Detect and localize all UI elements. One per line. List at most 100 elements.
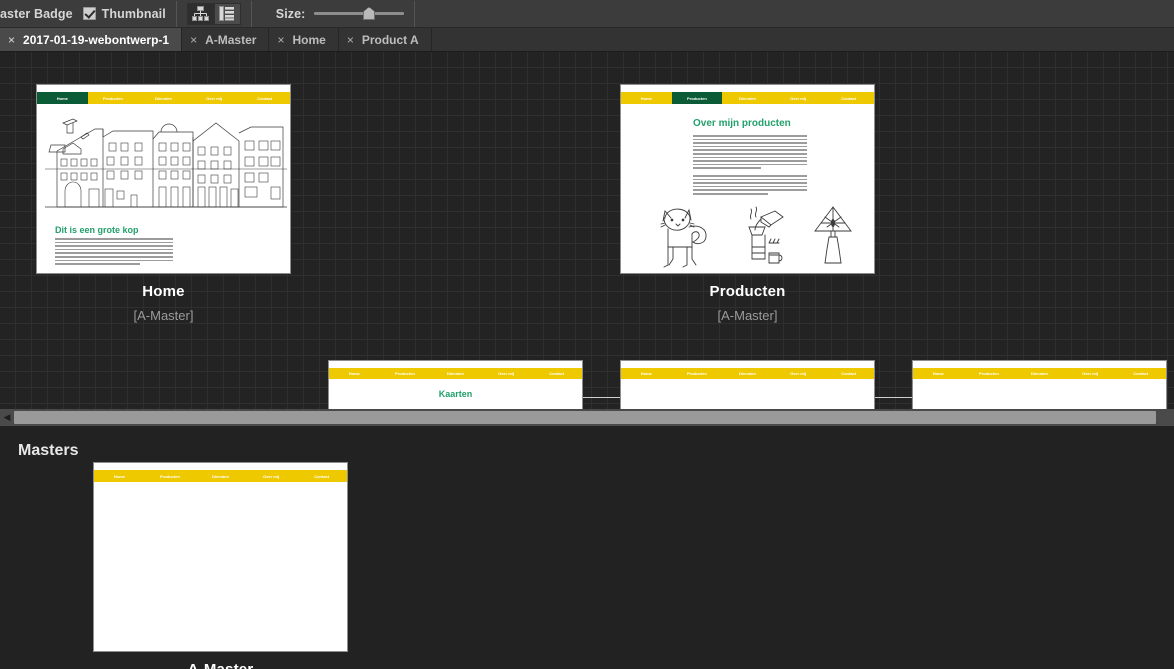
page-title: Producten [709, 283, 786, 300]
table-lamp-line-drawing [809, 203, 857, 269]
nav-item-producten: Producten [395, 371, 415, 376]
page-heading: Kaarten [438, 389, 473, 399]
thumbnail-checkbox[interactable]: Thumbnail [82, 6, 166, 21]
nav-item-contact: Contact [314, 473, 330, 479]
master-title: A-Master [93, 661, 348, 669]
page-heading: Dit is een grote kop [55, 225, 139, 235]
thumbnail-navbar: Home Producten Diensten Over mij Contact [913, 368, 1166, 379]
page-node-producten[interactable]: Home Producten Diensten Over mij Contact… [620, 84, 875, 323]
nav-item-producten: Producten [671, 92, 723, 104]
tab-document-1[interactable]: × A-Master [182, 28, 270, 51]
hierarchy-tree-icon [191, 6, 209, 21]
nav-item-contact: Contact [257, 95, 273, 101]
nav-item-home: Home [932, 371, 944, 376]
tab-label: A-Master [205, 32, 257, 47]
size-label: Size: [275, 6, 306, 21]
masters-panel: Masters Home Producten Diensten Over mij… [0, 426, 1174, 669]
horizontal-scrollbar[interactable]: ◀ [0, 409, 1174, 426]
cat-line-drawing [659, 207, 711, 269]
close-icon[interactable]: × [277, 34, 284, 46]
scrollbar-thumb[interactable] [14, 411, 1156, 424]
page-title: Home [142, 283, 185, 300]
page-node-child-3[interactable]: Home Producten Diensten Over mij Contact [912, 360, 1167, 409]
page-body-paragraph-2 [693, 175, 807, 197]
page-thumbnail-child-2[interactable]: Home Producten Diensten Over mij Contact [620, 360, 875, 409]
page-thumbnail-kaarten[interactable]: Home Producten Diensten Over mij Contact… [328, 360, 583, 409]
nav-item-overmij: Over mij [498, 371, 515, 376]
page-node-kaarten[interactable]: Home Producten Diensten Over mij Contact… [328, 360, 583, 409]
nav-item-contact: Contact [1133, 371, 1149, 376]
size-slider-rail [314, 12, 405, 15]
canal-houses-line-drawing [43, 107, 287, 217]
tab-bar: × 2017-01-19-webontwerp-1 × A-Master × H… [0, 28, 1174, 52]
toolbar-divider-1 [175, 0, 177, 27]
masters-panel-title: Masters [18, 442, 79, 459]
tab-document-3[interactable]: × Product A [339, 28, 432, 51]
nav-item-diensten: Diensten [212, 473, 229, 479]
thumbnail-navbar: Home Producten Diensten Over mij Contact [37, 92, 290, 104]
nav-item-contact: Contact [841, 371, 857, 376]
nav-item-home: Home [348, 371, 360, 376]
tab-document-0[interactable]: × 2017-01-19-webontwerp-1 [0, 28, 183, 51]
toolbar-divider-3 [414, 0, 416, 27]
thumbnail-navbar: Home Producten Diensten Over mij Contact [94, 470, 347, 482]
nav-item-home: Home [37, 92, 88, 104]
nav-item-diensten: Diensten [155, 95, 172, 101]
scroll-left-arrow-icon[interactable]: ◀ [0, 412, 14, 423]
nav-item-contact: Contact [841, 95, 857, 101]
nav-item-producten: Producten [979, 371, 999, 376]
nav-item-home: Home [640, 371, 652, 376]
page-thumbnail-home[interactable]: Home Producten Diensten Over mij Contact [36, 84, 291, 274]
nav-item-home: Home [113, 473, 125, 479]
master-node-a-master[interactable]: Home Producten Diensten Over mij Contact… [93, 462, 348, 669]
nav-item-overmij: Over mij [1082, 371, 1099, 376]
page-node-home[interactable]: Home Producten Diensten Over mij Contact [36, 84, 291, 323]
nav-item-diensten: Diensten [739, 371, 756, 376]
master-badge-label: aster Badge [0, 6, 73, 21]
page-body-paragraph-1 [693, 135, 807, 171]
hierarchy-tree-view-button[interactable] [186, 2, 214, 25]
tab-document-2[interactable]: × Home [269, 28, 339, 51]
master-thumbnail[interactable]: Home Producten Diensten Over mij Contact [93, 462, 348, 652]
thumbnail-checkbox-box[interactable] [82, 7, 96, 20]
size-slider-group[interactable]: Size: [276, 7, 405, 21]
nav-item-overmij: Over mij [206, 95, 223, 101]
nav-item-producten: Producten [103, 95, 123, 101]
page-body-text [55, 238, 173, 267]
outline-list-view-button[interactable] [213, 2, 241, 25]
tab-label: Home [292, 32, 326, 47]
nav-item-diensten: Diensten [1031, 371, 1048, 376]
nav-item-overmij: Over mij [790, 371, 807, 376]
thumbnail-label: Thumbnail [101, 6, 166, 21]
page-master-badge: [A-Master] [717, 308, 778, 323]
nav-item-home: Home [640, 95, 652, 101]
thumbnail-navbar: Home Producten Diensten Over mij Contact [621, 368, 874, 379]
nav-item-producten: Producten [160, 473, 180, 479]
size-slider[interactable] [314, 7, 405, 21]
page-thumbnail-child-3[interactable]: Home Producten Diensten Over mij Contact [912, 360, 1167, 409]
nav-item-contact: Contact [549, 371, 565, 376]
close-icon[interactable]: × [347, 34, 354, 46]
page-master-badge: [A-Master] [133, 308, 194, 323]
tab-label: Product A [361, 32, 419, 47]
tab-label: 2017-01-19-webontwerp-1 [23, 32, 170, 47]
close-icon[interactable]: × [190, 34, 197, 46]
page-heading: Over mijn producten [693, 118, 791, 129]
top-toolbar: aster Badge Thumbnail Size: [0, 0, 1174, 28]
page-thumbnail-producten[interactable]: Home Producten Diensten Over mij Contact… [620, 84, 875, 274]
view-mode-group [186, 2, 241, 25]
nav-item-overmij: Over mij [263, 473, 280, 479]
thumbnail-navbar: Home Producten Diensten Over mij Contact [621, 92, 874, 104]
coffee-pour-over-line-drawing [735, 203, 787, 269]
nav-item-producten: Producten [687, 371, 707, 376]
nav-item-overmij: Over mij [790, 95, 807, 101]
outline-list-icon [219, 6, 235, 21]
size-slider-handle[interactable] [363, 7, 376, 20]
toolbar-divider-2 [250, 0, 252, 27]
nav-item-diensten: Diensten [447, 371, 464, 376]
close-icon[interactable]: × [8, 34, 15, 46]
page-node-child-2[interactable]: Home Producten Diensten Over mij Contact [620, 360, 875, 409]
nav-item-diensten: Diensten [739, 95, 756, 101]
sitemap-canvas[interactable]: Home Producten Diensten Over mij Contact [0, 52, 1174, 409]
thumbnail-navbar: Home Producten Diensten Over mij Contact [329, 368, 582, 379]
